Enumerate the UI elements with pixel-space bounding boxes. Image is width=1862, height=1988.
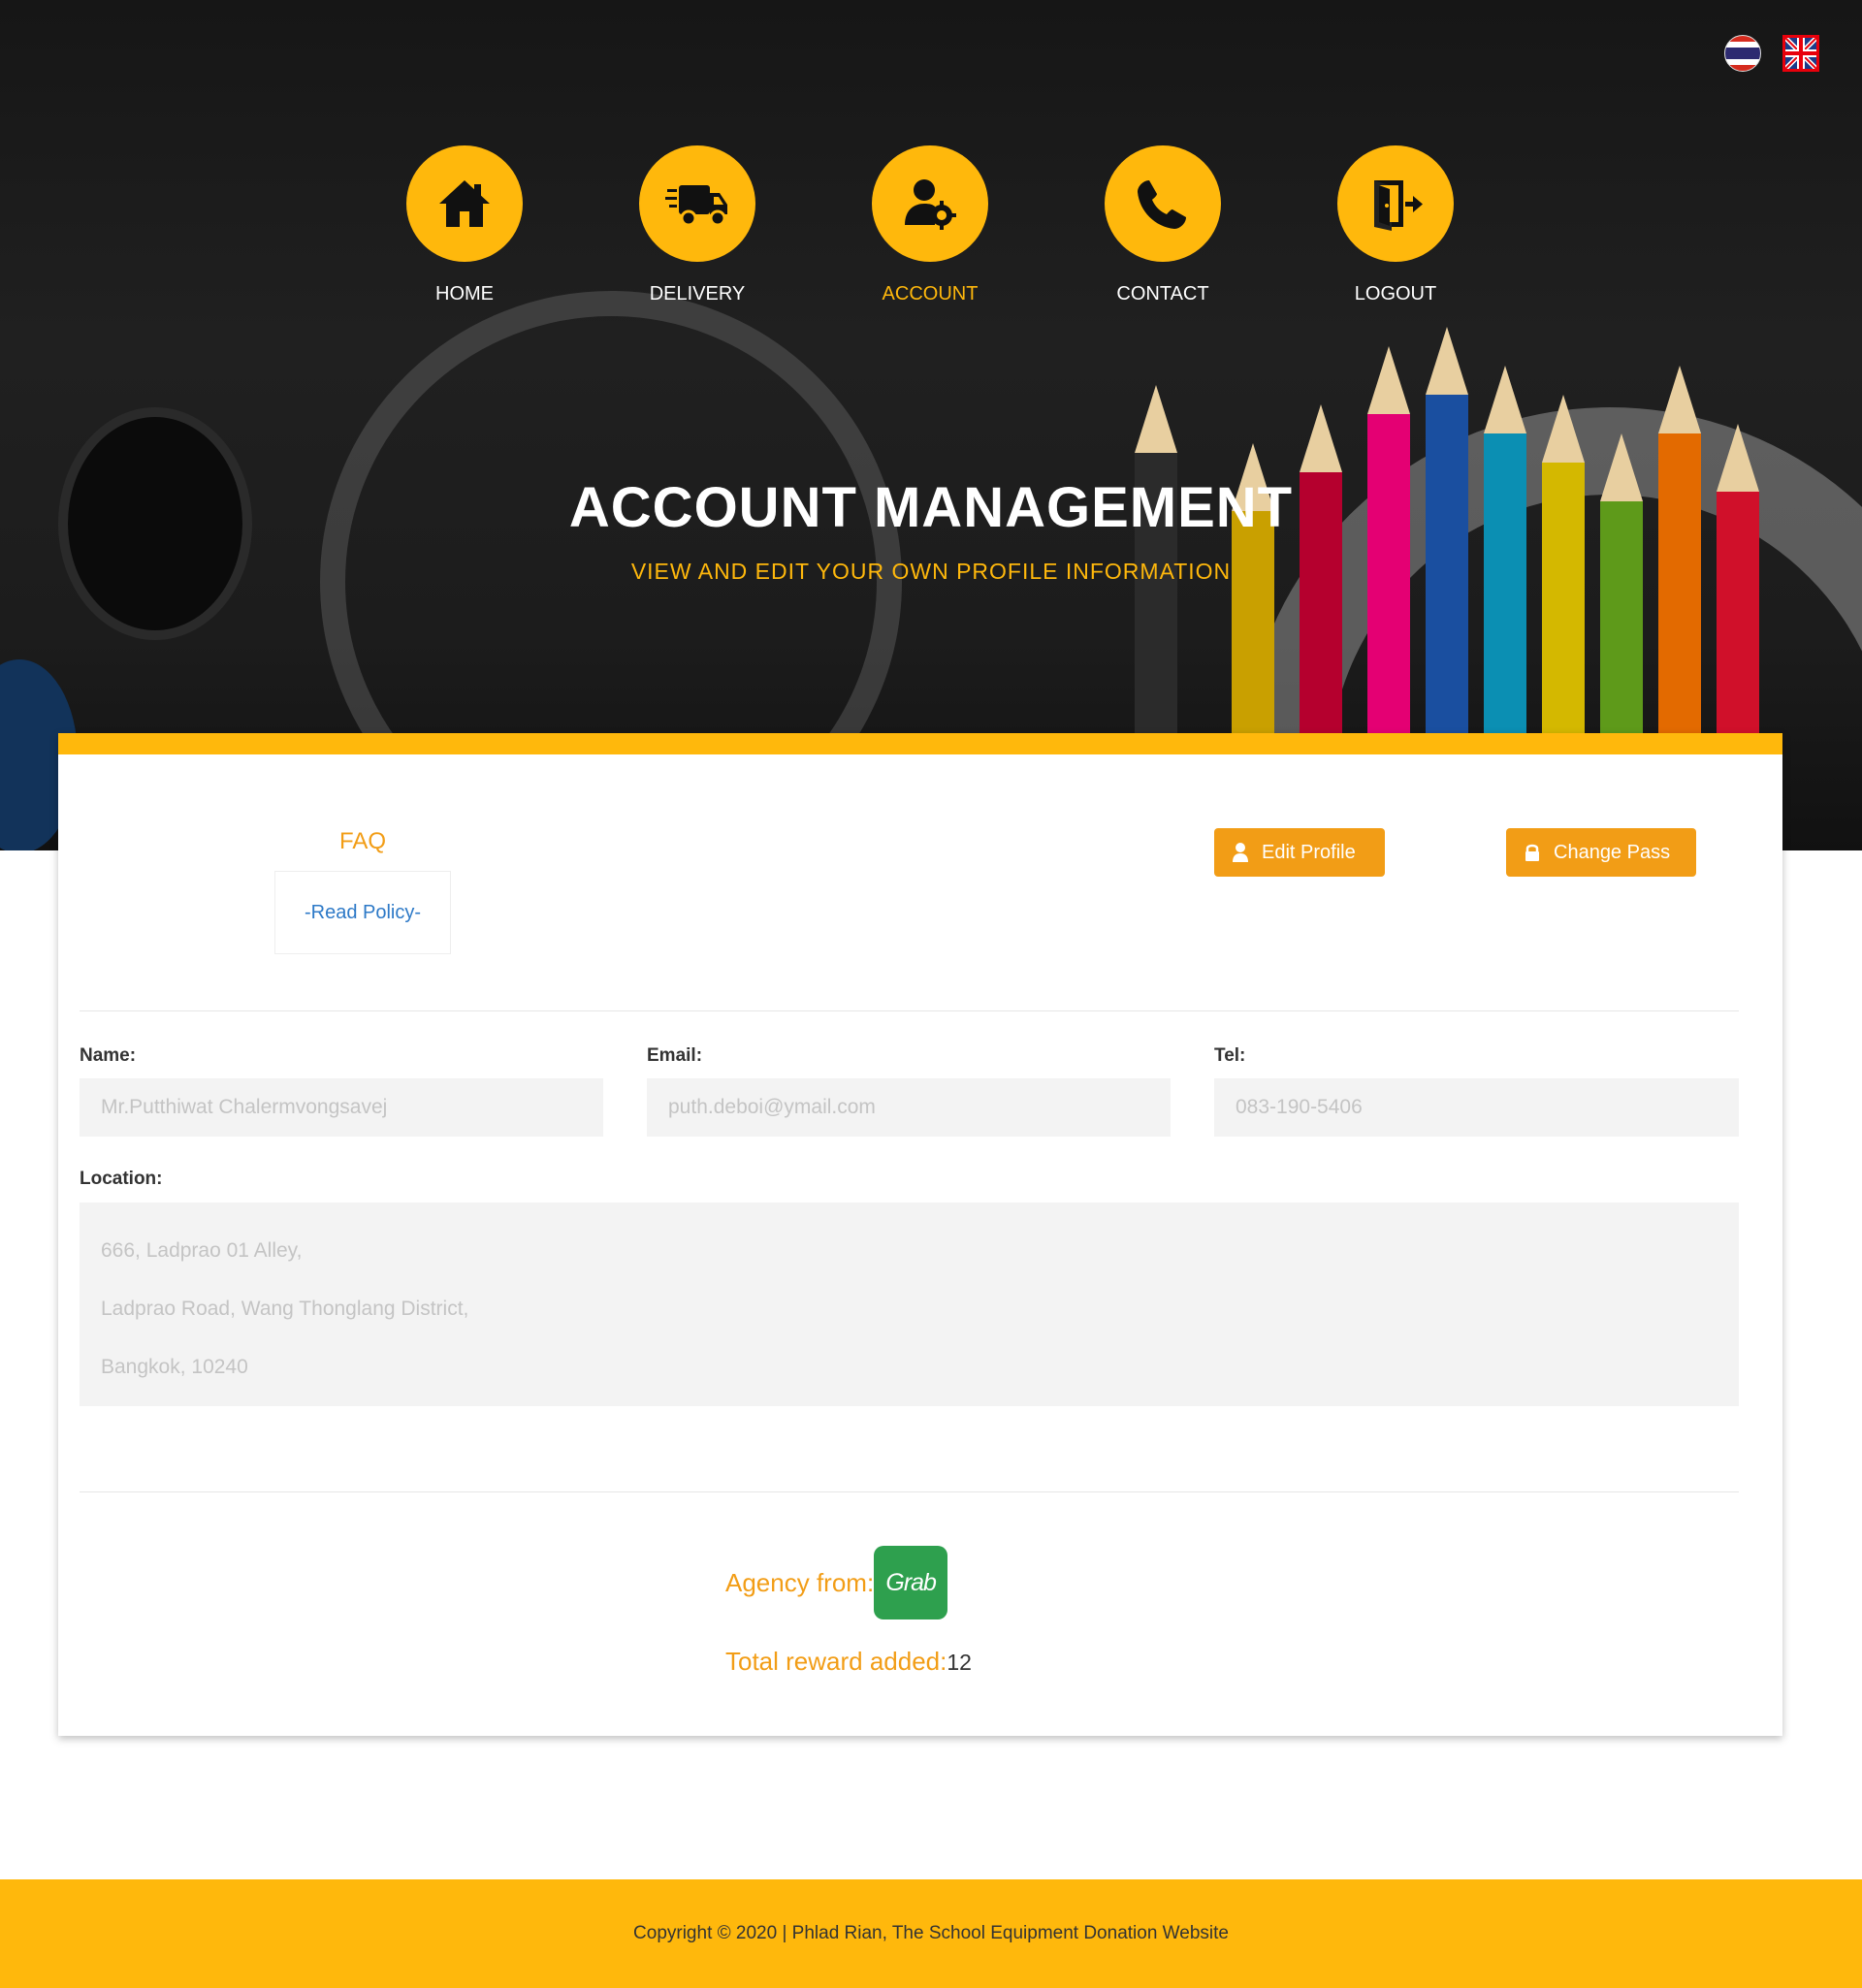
nav-label-contact[interactable]: CONTACT bbox=[1105, 283, 1221, 305]
divider bbox=[80, 1010, 1739, 1011]
nav-circle[interactable] bbox=[872, 145, 988, 262]
nav-item-logout[interactable]: LOGOUT bbox=[1337, 145, 1570, 305]
reward-label: Total reward added: bbox=[725, 1647, 947, 1676]
user-gear-icon bbox=[905, 179, 956, 230]
main-navigation: HOME DELIVERY ACCOUNT CONTACT LOGOUT bbox=[406, 145, 1570, 305]
email-label: Email: bbox=[647, 1045, 703, 1066]
faq-box: -Read Policy- bbox=[274, 871, 451, 954]
divider bbox=[80, 1491, 1739, 1492]
faq-title: FAQ bbox=[339, 828, 387, 854]
uk-flag-icon[interactable] bbox=[1782, 35, 1819, 72]
delivery-truck-icon bbox=[665, 185, 727, 227]
page-subtitle: VIEW AND EDIT YOUR OWN PROFILE INFORMATI… bbox=[630, 559, 1232, 584]
nav-label-account[interactable]: ACCOUNT bbox=[872, 283, 988, 305]
change-password-label: Change Pass bbox=[1554, 841, 1671, 863]
change-password-button[interactable]: Change Pass bbox=[1506, 828, 1696, 877]
read-policy-link[interactable]: -Read Policy- bbox=[305, 902, 421, 924]
nav-label-home[interactable]: HOME bbox=[406, 283, 523, 305]
nav-item-home[interactable]: HOME bbox=[406, 145, 639, 305]
nav-item-account[interactable]: ACCOUNT bbox=[872, 145, 1105, 305]
tel-label: Tel: bbox=[1214, 1045, 1246, 1066]
thai-flag-icon[interactable] bbox=[1724, 35, 1761, 72]
name-label: Name: bbox=[80, 1045, 137, 1066]
nav-circle[interactable] bbox=[1105, 145, 1221, 262]
user-icon bbox=[1233, 843, 1248, 862]
nav-item-delivery[interactable]: DELIVERY bbox=[639, 145, 872, 305]
location-label: Location: bbox=[80, 1169, 163, 1189]
location-field[interactable]: 666, Ladprao 01 Alley, Ladprao Road, Wan… bbox=[80, 1202, 1739, 1406]
edit-profile-button[interactable]: Edit Profile bbox=[1214, 828, 1385, 877]
grab-logo: Grab bbox=[874, 1546, 948, 1619]
page-title: ACCOUNT MANAGEMENT bbox=[568, 476, 1294, 539]
language-switcher bbox=[1724, 35, 1819, 72]
lock-icon bbox=[1525, 844, 1539, 861]
copyright-text: Copyright © 2020 | Phlad Rian, The Schoo… bbox=[633, 1923, 1229, 1943]
agency-label: Agency from: bbox=[725, 1567, 875, 1597]
nav-circle[interactable] bbox=[406, 145, 523, 262]
edit-profile-label: Edit Profile bbox=[1262, 841, 1356, 863]
nav-item-contact[interactable]: CONTACT bbox=[1105, 145, 1337, 305]
nav-label-delivery[interactable]: DELIVERY bbox=[639, 283, 755, 305]
location-line: 666, Ladprao 01 Alley, bbox=[101, 1239, 303, 1262]
reward-row: Total reward added: 12 bbox=[725, 1647, 972, 1677]
reward-value: 12 bbox=[947, 1650, 972, 1675]
nav-label-logout[interactable]: LOGOUT bbox=[1337, 283, 1454, 305]
hero-banner: HOME DELIVERY ACCOUNT CONTACT LOGOUT ACC… bbox=[0, 0, 1862, 850]
agency-row: Agency from: Grab bbox=[725, 1546, 948, 1619]
tel-field[interactable] bbox=[1214, 1078, 1739, 1137]
location-line: Ladprao Road, Wang Thonglang District, bbox=[101, 1298, 469, 1320]
phone-icon bbox=[1138, 180, 1186, 229]
account-card: FAQ -Read Policy- Edit Profile Change Pa… bbox=[58, 733, 1782, 1736]
nav-circle[interactable] bbox=[639, 145, 755, 262]
name-field[interactable] bbox=[80, 1078, 603, 1137]
email-field[interactable] bbox=[647, 1078, 1171, 1137]
nav-circle[interactable] bbox=[1337, 145, 1454, 262]
footer: Copyright © 2020 | Phlad Rian, The Schoo… bbox=[0, 1879, 1862, 1988]
home-icon bbox=[439, 180, 490, 227]
logout-door-icon bbox=[1374, 180, 1423, 231]
location-line: Bangkok, 10240 bbox=[101, 1356, 248, 1378]
